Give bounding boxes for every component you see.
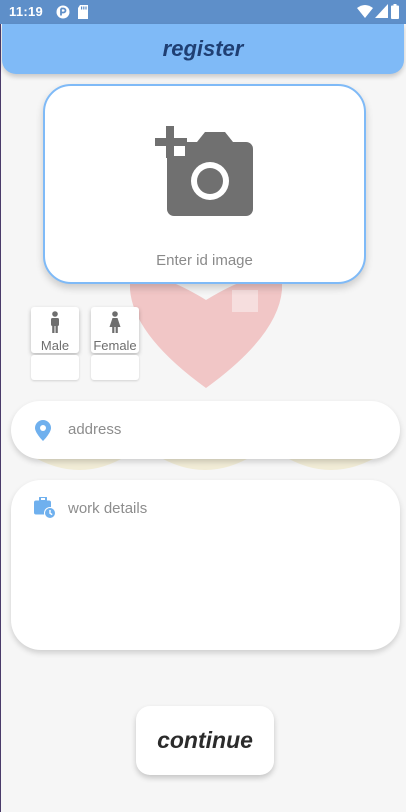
app-notification-icon	[56, 5, 70, 22]
location-pin-icon	[35, 420, 51, 446]
address-placeholder: address	[68, 421, 122, 438]
continue-button[interactable]: continue	[136, 706, 274, 775]
gender-female-button[interactable]: Female	[91, 307, 139, 353]
male-icon	[31, 311, 79, 338]
battery-icon	[391, 4, 399, 22]
work-history-icon	[34, 496, 56, 524]
address-field[interactable]: address	[11, 401, 400, 459]
continue-label: continue	[157, 727, 253, 753]
status-time: 11:19	[9, 4, 44, 19]
gender-male-indicator	[31, 355, 79, 380]
id-image-picker[interactable]: Enter id image	[43, 84, 366, 284]
work-details-field[interactable]: work details	[11, 480, 400, 650]
id-image-label: Enter id image	[156, 252, 253, 269]
window-edge	[0, 0, 1, 812]
background-heart-decoration	[130, 275, 282, 388]
sd-card-icon	[77, 5, 89, 22]
gender-male-button[interactable]: Male	[31, 307, 79, 353]
work-details-placeholder: work details	[68, 500, 148, 517]
wifi-icon	[357, 4, 373, 21]
gender-male-label: Male	[40, 338, 70, 353]
female-icon	[91, 311, 139, 338]
page-title: register	[162, 36, 244, 61]
gender-female-indicator	[91, 355, 139, 380]
app-bar: register	[2, 24, 404, 74]
add-a-photo-icon	[155, 126, 253, 216]
gender-female-label: Female	[93, 338, 137, 353]
signal-icon	[375, 4, 388, 21]
status-bar: 11:19	[0, 0, 406, 24]
